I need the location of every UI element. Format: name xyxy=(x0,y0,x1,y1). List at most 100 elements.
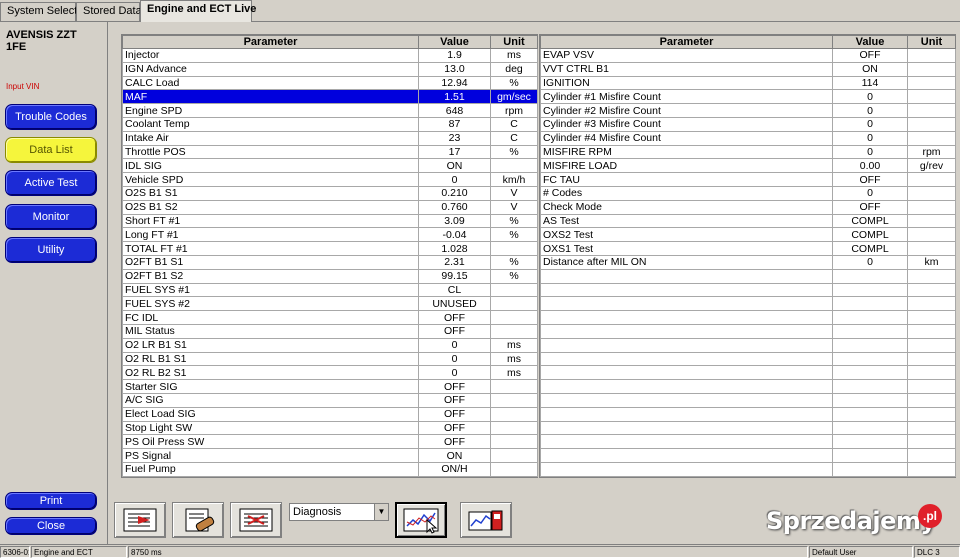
table-row[interactable]: FC TAU OFF xyxy=(540,172,956,187)
value-cell: COMPL xyxy=(832,241,908,256)
table-row[interactable]: Injector 1.9 ms xyxy=(122,48,538,63)
snapshot-icon xyxy=(185,508,215,532)
graph-button[interactable] xyxy=(395,502,447,538)
table-row[interactable]: O2 LR B1 S1 0 ms xyxy=(122,337,538,353)
table-row[interactable] xyxy=(540,268,956,284)
table-row[interactable]: IGNITION 114 xyxy=(540,75,956,91)
table-row[interactable]: A/C SIG OFF xyxy=(122,392,538,408)
table-row[interactable]: Cylinder #1 Misfire Count 0 xyxy=(540,89,956,105)
table-row[interactable] xyxy=(540,406,956,422)
fuel-graph-button[interactable] xyxy=(460,502,512,538)
table-row[interactable]: Cylinder #2 Misfire Count 0 xyxy=(540,103,956,118)
utility-button[interactable]: Utility xyxy=(5,237,97,263)
table-row[interactable] xyxy=(540,448,956,463)
unit-cell xyxy=(907,268,956,284)
table-row[interactable]: O2 RL B1 S1 0 ms xyxy=(122,351,538,367)
table-row[interactable]: AS Test COMPL xyxy=(540,213,956,229)
table-row[interactable]: O2FT B1 S2 99.15% xyxy=(122,268,538,284)
table-row[interactable] xyxy=(540,310,956,325)
table-row[interactable]: Engine SPD 648 rpm xyxy=(122,103,538,118)
table-row[interactable]: IDL SIG ON xyxy=(122,158,538,174)
table-row[interactable]: Throttle POS 17% xyxy=(122,144,538,160)
chevron-down-icon[interactable]: ▼ xyxy=(374,504,388,520)
table-row[interactable]: O2FT B1 S1 2.31% xyxy=(122,254,538,270)
table-row[interactable]: FUEL SYS #2 UNUSED xyxy=(122,296,538,312)
print-button[interactable]: Print xyxy=(5,492,97,510)
table-row[interactable]: O2 RL B2 S1 0 ms xyxy=(122,365,538,381)
input-vin-label[interactable]: Input VIN xyxy=(6,82,39,91)
table-row[interactable] xyxy=(540,323,956,339)
table-row[interactable]: O2S B1 S2 0.760 V xyxy=(122,199,538,215)
table-row[interactable]: Long FT #1 -0.04% xyxy=(122,227,538,243)
table-row[interactable]: Check Mode OFF xyxy=(540,199,956,215)
value-cell: 2.31 xyxy=(418,254,491,270)
status-time: 8750 ms xyxy=(128,546,808,558)
table-row[interactable]: Starter SIG OFF xyxy=(122,379,538,394)
table-row[interactable] xyxy=(540,365,956,381)
param-cell: O2FT B1 S1 xyxy=(122,254,419,270)
param-cell: VVT CTRL B1 xyxy=(540,61,833,77)
table-row[interactable] xyxy=(540,461,956,477)
table-row[interactable] xyxy=(540,392,956,408)
table-row[interactable]: MAF 1.51 gm/sec xyxy=(122,89,538,105)
close-button[interactable]: Close xyxy=(5,517,97,535)
trouble-codes-button[interactable]: Trouble Codes xyxy=(5,104,97,130)
table-row[interactable]: MIL Status OFF xyxy=(122,323,538,339)
unit-cell xyxy=(490,241,538,256)
value-cell: 0.760 xyxy=(418,199,491,215)
table-row[interactable]: FUEL SYS #1 CL xyxy=(122,282,538,298)
table-row[interactable]: CALC Load 12.94% xyxy=(122,75,538,91)
table-row[interactable]: OXS2 Test COMPL xyxy=(540,227,956,243)
table-row[interactable]: PS Signal ON xyxy=(122,448,538,463)
table-row[interactable]: O2S B1 S1 0.210 V xyxy=(122,185,538,201)
trigger-button[interactable] xyxy=(230,502,282,538)
table-row[interactable] xyxy=(540,296,956,312)
tab-engine-ect-live[interactable]: Engine and ECT Live xyxy=(140,0,256,22)
data-list-button[interactable]: Data List xyxy=(5,137,97,163)
param-cell: Cylinder #3 Misfire Count xyxy=(540,116,833,132)
table-row[interactable]: VVT CTRL B1 ON xyxy=(540,61,956,77)
table-row[interactable]: Coolant Temp 87 C xyxy=(122,116,538,132)
list-edit-button[interactable] xyxy=(114,502,166,538)
table-row[interactable] xyxy=(540,434,956,450)
value-cell: ON xyxy=(418,448,491,463)
table-row[interactable]: Short FT #1 3.09% xyxy=(122,213,538,229)
table-row[interactable]: TOTAL FT #1 1.028 xyxy=(122,241,538,256)
table-row[interactable]: PS Oil Press SW OFF xyxy=(122,434,538,450)
unit-cell xyxy=(490,296,538,312)
value-cell: 0.210 xyxy=(418,185,491,201)
value-cell: OFF xyxy=(418,420,491,436)
table-row[interactable]: EVAP VSV OFF xyxy=(540,48,956,63)
active-test-button[interactable]: Active Test xyxy=(5,170,97,196)
value-cell: ON/H xyxy=(418,461,491,477)
unit-cell xyxy=(490,282,538,298)
table-row[interactable] xyxy=(540,351,956,367)
table-row[interactable]: FC IDL OFF xyxy=(122,310,538,325)
table-row[interactable]: Distance after MIL ON 0 km xyxy=(540,254,956,270)
table-row[interactable]: IGN Advance 13.0 deg xyxy=(122,61,538,77)
tab-stored-data[interactable]: Stored Data xyxy=(76,2,142,21)
table-row[interactable]: MISFIRE RPM 0 rpm xyxy=(540,144,956,160)
table-row[interactable] xyxy=(540,420,956,436)
table-row[interactable]: MISFIRE LOAD 0.00 g/rev xyxy=(540,158,956,174)
param-cell: Engine SPD xyxy=(122,103,419,118)
table-row[interactable]: Cylinder #4 Misfire Count 0 xyxy=(540,130,956,146)
table-row[interactable] xyxy=(540,282,956,298)
snapshot-button[interactable] xyxy=(172,502,224,538)
param-cell: PS Signal xyxy=(122,448,419,463)
table-row[interactable]: Cylinder #3 Misfire Count 0 xyxy=(540,116,956,132)
table-row[interactable]: OXS1 Test COMPL xyxy=(540,241,956,256)
table-row[interactable]: Fuel Pump ON/H xyxy=(122,461,538,477)
table-row[interactable]: Vehicle SPD 0 km/h xyxy=(122,172,538,187)
tab-system-select[interactable]: System Select xyxy=(0,2,77,21)
diagnosis-select[interactable]: Diagnosis ▼ xyxy=(289,503,389,521)
unit-cell: ms xyxy=(490,365,538,381)
table-row[interactable]: # Codes 0 xyxy=(540,185,956,201)
table-row[interactable]: Stop Light SW OFF xyxy=(122,420,538,436)
table-row[interactable]: Elect Load SIG OFF xyxy=(122,406,538,422)
table-row[interactable] xyxy=(540,379,956,394)
table-row[interactable]: Intake Air 23 C xyxy=(122,130,538,146)
monitor-button[interactable]: Monitor xyxy=(5,204,97,230)
table-row[interactable] xyxy=(540,337,956,353)
unit-cell xyxy=(490,420,538,436)
